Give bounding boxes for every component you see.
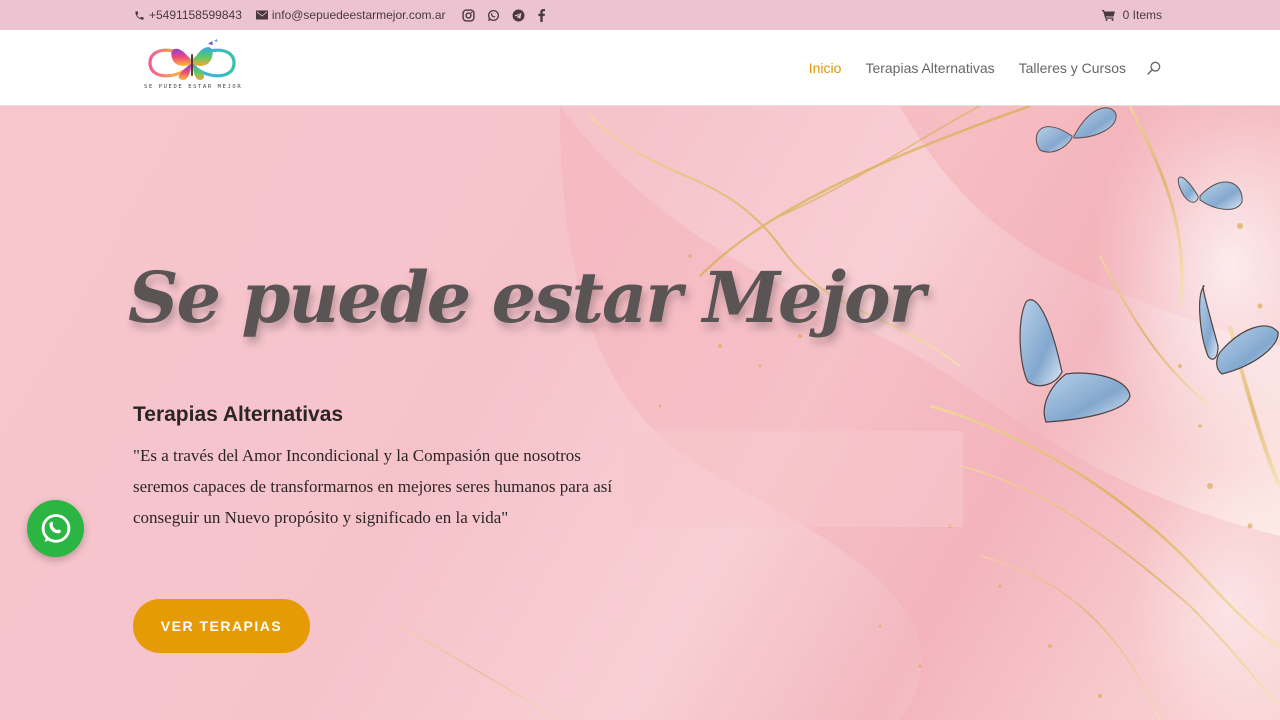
phone-link[interactable]: +5491158599843 [134,8,242,22]
whatsapp-icon [41,513,70,543]
site-header: SE PUEDE ESTAR MEJOR Inicio Terapias Alt… [0,30,1280,106]
hero-subtitle: Terapias Alternativas [133,403,344,426]
contact-info: +5491158599843 info@sepuedeestarmejor.co… [134,0,546,30]
hero-section: Se puede estar Mejor Terapias Alternativ… [0,106,1280,720]
ver-terapias-button[interactable]: VER TERAPIAS [133,599,310,653]
top-bar: +5491158599843 info@sepuedeestarmejor.co… [0,0,1280,30]
nav-item-inicio[interactable]: Inicio [809,60,842,76]
hero-quote: "Es a través del Amor Incondicional y la… [133,446,613,527]
main-nav: Inicio Terapias Alternativas Talleres y … [809,30,1162,106]
cart-count: 0 Items [1122,8,1162,22]
faded-overlay-box [630,431,963,527]
instagram-icon[interactable] [461,8,475,22]
nav-item-terapias[interactable]: Terapias Alternativas [865,60,994,76]
telegram-icon[interactable] [512,9,525,22]
social-links [461,8,546,22]
cart-link[interactable]: 0 Items [1101,0,1162,30]
email-text: info@sepuedeestarmejor.com.ar [271,8,446,22]
search-icon [1147,61,1161,75]
hero-title: Se puede estar Mejor [128,256,925,339]
phone-text: +5491158599843 [149,8,242,22]
facebook-icon[interactable] [537,8,546,22]
search-button[interactable] [1146,60,1162,76]
logo-text: SE PUEDE ESTAR MEJOR [144,84,243,90]
whatsapp-float-button[interactable] [27,500,84,557]
cart-icon [1101,9,1115,21]
email-link[interactable]: info@sepuedeestarmejor.com.ar [255,8,446,22]
whatsapp-icon[interactable] [487,9,500,22]
phone-icon [135,10,144,20]
envelope-icon [255,10,268,20]
butterfly-logo-icon [148,39,236,81]
nav-item-talleres[interactable]: Talleres y Cursos [1019,60,1126,76]
